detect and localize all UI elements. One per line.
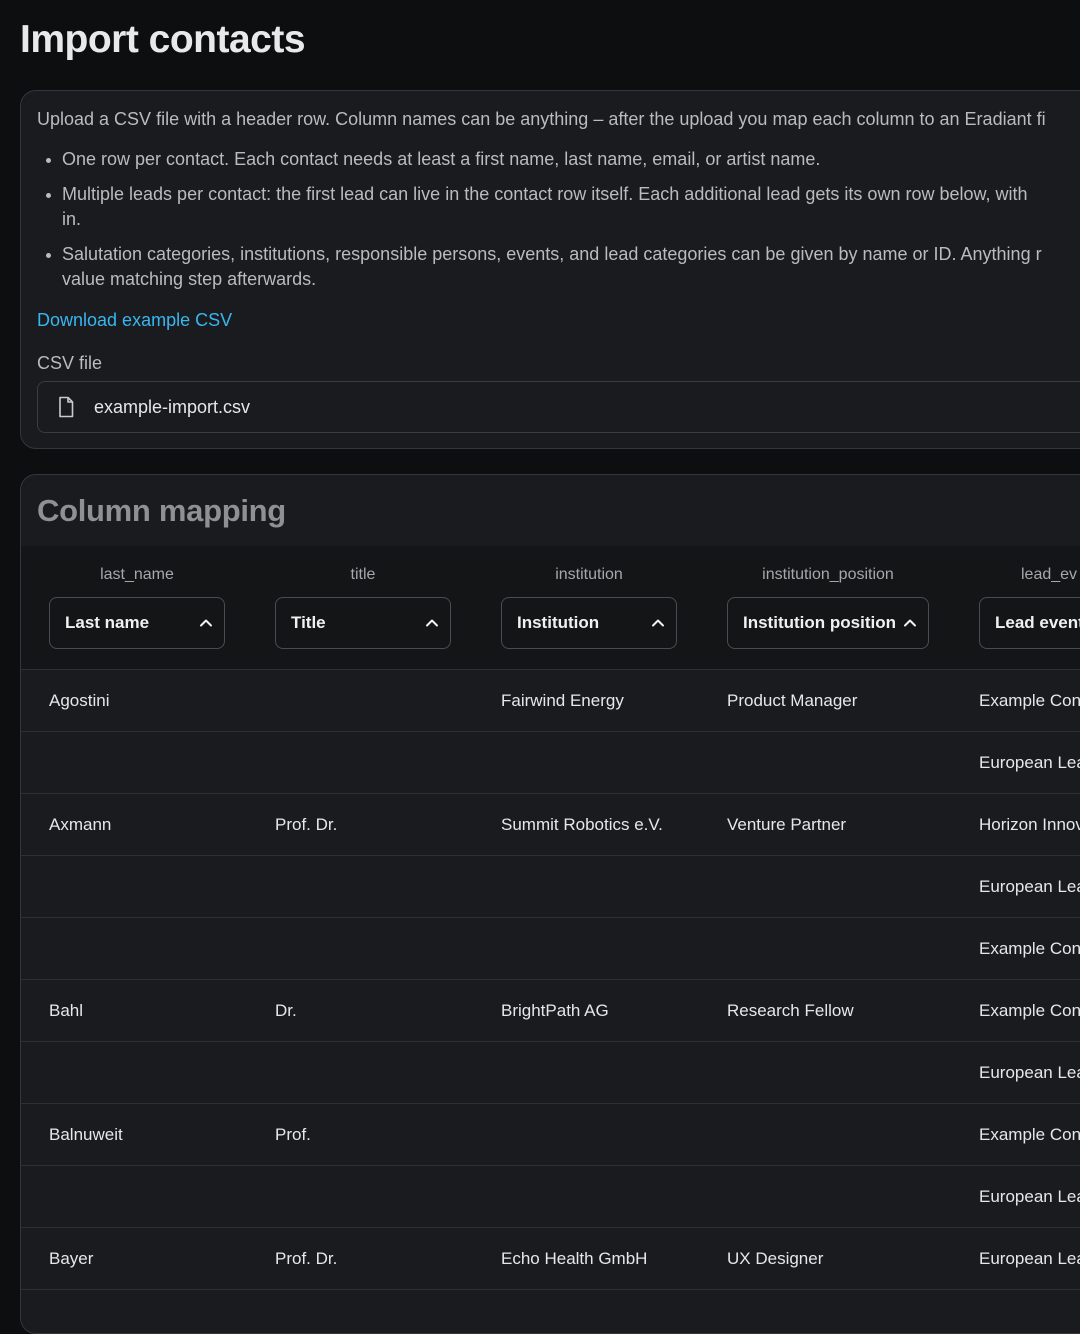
instruction-line: Multiple leads per contact: the first le… [62, 184, 1028, 229]
table-cell: Balnuweit [49, 1125, 123, 1144]
table-cell: Prof. Dr. [275, 815, 338, 834]
table-cell: BrightPath AG [501, 1001, 609, 1020]
table-row: European Lea [21, 1166, 1080, 1228]
table-cell: Venture Partner [727, 815, 847, 834]
table-row: European Lea [21, 856, 1080, 918]
table-cell: Fairwind Energy [501, 691, 624, 710]
table-cell: Horizon Innov [979, 815, 1080, 834]
table-cell: Example Con [979, 691, 1080, 710]
chevron-up-icon [904, 619, 916, 627]
preview-rows: Agostini Fairwind Energy Product Manager Ex… [21, 670, 1080, 1290]
table-cell: European Lea [979, 1063, 1080, 1082]
table-cell: Agostini [49, 691, 110, 710]
table-cell: Prof. Dr. [275, 1249, 338, 1268]
table-row: Agostini Fairwind Energy Product Manager Ex… [21, 670, 1080, 732]
table-cell: European Lea [979, 1187, 1080, 1206]
chevron-up-icon [426, 619, 438, 627]
table-cell: Dr. [275, 1001, 297, 1020]
table-row: Bayer Prof. Dr. Echo Health GmbH UX Designe… [21, 1228, 1080, 1290]
field-select-value: Lead event [995, 613, 1080, 632]
upload-instructions: One row per contact. Each contact needs … [37, 147, 1080, 302]
column-mapping-header: last_name title institution institution_… [21, 546, 1080, 670]
table-cell: European Lea [979, 753, 1080, 772]
table-cell: Product Manager [727, 691, 858, 710]
table-cell: European Lea [979, 877, 1080, 896]
table-cell: Example Con [979, 1001, 1080, 1020]
field-select-institution[interactable]: Institution [501, 597, 677, 649]
table-cell: Example Con [979, 939, 1080, 958]
csv-file-name: example-import.csv [94, 396, 251, 417]
field-select-value: Title [291, 613, 326, 632]
upload-card: Upload a CSV file with a header row. Col… [20, 90, 1080, 449]
chevron-up-icon [652, 619, 664, 627]
field-select-title[interactable]: Title [275, 597, 451, 649]
instruction-item: Salutation categories, institutions, res… [37, 242, 1080, 292]
field-select-value: Last name [65, 613, 150, 632]
table-row: European Lea [21, 732, 1080, 794]
field-select-value: Institution [517, 613, 600, 632]
table-cell: Axmann [49, 815, 112, 834]
table-row: Example Con [21, 918, 1080, 980]
table-row: European Lea [21, 1042, 1080, 1104]
csv-file-input[interactable]: example-import.csv [37, 381, 1080, 433]
csv-column-key: title [350, 566, 376, 583]
table-cell: Prof. [275, 1125, 311, 1144]
page-title: Import contacts [20, 18, 306, 61]
table-cell: European Lea [979, 1249, 1080, 1268]
instruction-line: Salutation categories, institutions, res… [62, 244, 1042, 289]
table-cell: Summit Robotics e.V. [501, 815, 663, 834]
table-cell: UX Designer [727, 1249, 824, 1268]
field-select-lead-event[interactable]: Lead event [979, 597, 1080, 649]
field-select-institution-position[interactable]: Institution position [727, 597, 929, 649]
upload-intro: Upload a CSV file with a header row. Col… [37, 109, 1046, 129]
csv-column-key: lead_ev [1021, 566, 1078, 583]
field-select-last-name[interactable]: Last name [49, 597, 225, 649]
table-cell: Research Fellow [727, 1001, 854, 1020]
csv-column-key: institution_position [762, 566, 894, 583]
column-mapping-card: Column mapping last_name title instituti… [20, 474, 1080, 1334]
instruction-item: One row per contact. Each contact needs … [37, 147, 1080, 172]
table-cell: Bayer [49, 1249, 94, 1268]
table-cell: Example Con [979, 1125, 1080, 1144]
file-icon [59, 396, 74, 418]
table-row: Axmann Prof. Dr. Summit Robotics e.V. Ventu… [21, 794, 1080, 856]
table-row: Bahl Dr. BrightPath AG Research Fellow Examp… [21, 980, 1080, 1042]
csv-column-key: institution [555, 566, 623, 583]
csv-column-key: last_name [100, 566, 174, 583]
csv-file-label: CSV file [37, 353, 103, 373]
column-mapping-title: Column mapping [37, 493, 286, 528]
field-select-value: Institution position [743, 613, 896, 632]
table-cell: Echo Health GmbH [501, 1249, 648, 1268]
chevron-up-icon [200, 619, 212, 627]
table-row: Balnuweit Prof. Example Con [21, 1104, 1080, 1166]
table-cell: Bahl [49, 1001, 84, 1020]
instruction-item: Multiple leads per contact: the first le… [37, 182, 1080, 232]
download-example-csv-link[interactable]: Download example CSV [37, 310, 232, 331]
